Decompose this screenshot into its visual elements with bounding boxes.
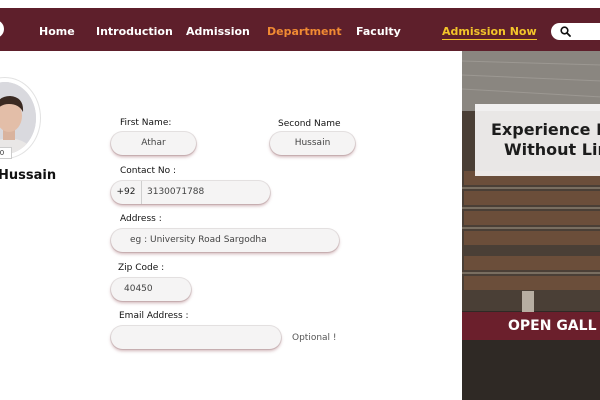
contact-value: 3130071788 [147,187,205,197]
open-gallery-button[interactable]: OPEN GALL [462,312,600,340]
avatar-badge: 0 [0,147,12,159]
nav-home[interactable]: Home [39,25,75,38]
second-name-field[interactable]: Hussain [270,132,355,155]
nav-admission[interactable]: Admission [186,25,250,38]
search-input[interactable] [551,23,600,40]
top-strip [0,0,600,7]
zip-value: 40450 [124,284,153,294]
nav-department[interactable]: Department [267,25,342,38]
first-name-field[interactable]: Athar [111,132,196,155]
profile-name: Hussain [0,168,57,183]
hero-caption-box: Experience L Without Lin [475,104,600,176]
email-field[interactable] [111,326,281,349]
avatar[interactable] [0,78,40,158]
email-label: Email Address : [119,311,189,321]
country-code-prefix[interactable]: +92 [111,181,142,204]
hero-line-2: Without Lin [504,140,600,159]
main-navbar: Home Introduction Admission Department F… [0,8,600,51]
address-label: Address : [120,214,162,224]
zip-field[interactable]: 40450 [111,278,191,301]
second-name-value: Hussain [294,138,331,148]
search-icon[interactable] [560,26,571,37]
contact-field[interactable]: +92 3130071788 [111,181,270,204]
first-name-value: Athar [141,138,166,148]
logo-icon[interactable] [0,20,4,38]
address-placeholder: eg : University Road Sargodha [130,235,267,245]
contact-label: Contact No : [120,166,177,176]
hero-line-1: Experience L [491,120,600,139]
first-name-label: First Name: [120,118,172,128]
email-optional-note: Optional ! [292,333,337,343]
admission-now-link[interactable]: Admission Now [442,25,537,40]
address-field[interactable]: eg : University Road Sargodha [111,229,339,252]
second-name-label: Second Name [278,119,341,129]
nav-introduction[interactable]: Introduction [96,25,173,38]
nav-faculty[interactable]: Faculty [356,25,401,38]
zip-label: Zip Code : [118,263,165,273]
